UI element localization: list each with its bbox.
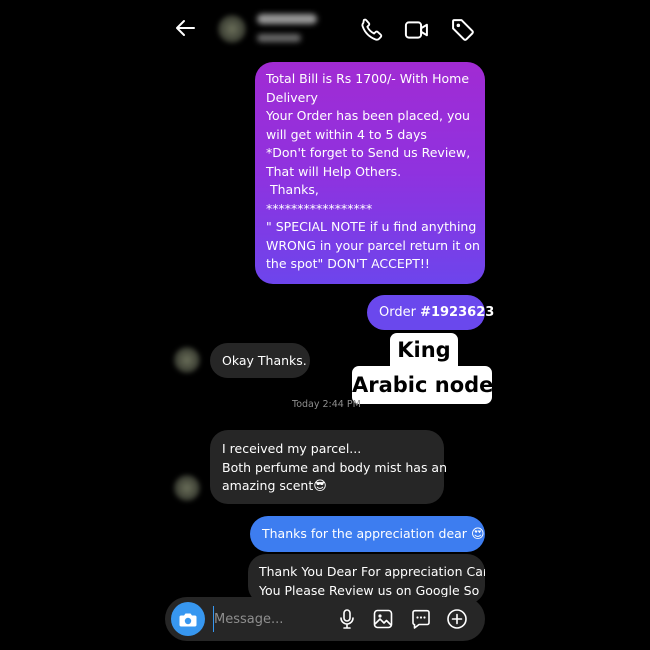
message-timestamp: Today 2:44 PM xyxy=(292,399,361,410)
message-line: I received my parcel... xyxy=(222,441,362,456)
thanks-appreciation-message[interactable]: Thanks for the appreciation dear 😍 xyxy=(250,516,485,552)
heart-eyes-emoji-icon: 😍 xyxy=(470,527,485,542)
watermark-line-2: Arabic node xyxy=(352,366,493,404)
order-bill-message[interactable]: Total Bill is Rs 1700/- With Home Delive… xyxy=(255,62,485,284)
message-input[interactable] xyxy=(213,606,324,632)
order-id-message[interactable]: Order #1923623 xyxy=(367,295,494,330)
okay-thanks-message[interactable]: Okay Thanks. xyxy=(210,343,310,378)
message-line: ***************** xyxy=(266,200,373,216)
order-id-prefix: Order xyxy=(379,305,421,320)
microphone-icon[interactable] xyxy=(335,607,359,631)
sticker-icon[interactable] xyxy=(409,607,433,631)
video-camera-icon[interactable] xyxy=(403,16,431,44)
message-line: Your Order has been placed, you xyxy=(266,108,470,123)
message-line: the spot" DON'T ACCEPT!! xyxy=(266,256,430,271)
chat-header xyxy=(165,0,485,62)
phone-icon[interactable] xyxy=(358,16,386,44)
message-line: Delivery xyxy=(266,89,318,105)
message-line: Total Bill is Rs 1700/- With Home xyxy=(266,71,470,86)
plus-circle-icon[interactable] xyxy=(445,607,469,631)
back-arrow-icon[interactable] xyxy=(173,16,197,40)
message-composer xyxy=(165,597,485,641)
message-line: will get within 4 to 5 days xyxy=(266,126,427,142)
message-line: Thanks, xyxy=(266,182,319,197)
message-line: " SPECIAL NOTE if u find anything xyxy=(266,219,477,234)
sender-avatar[interactable] xyxy=(173,346,201,374)
contact-status xyxy=(257,34,301,42)
image-icon[interactable] xyxy=(371,607,395,631)
message-line: Thank You Dear For appreciation Can xyxy=(259,564,485,579)
message-line: Both perfume and body mist has an xyxy=(222,459,448,475)
message-line: That will Help Others. xyxy=(266,163,402,179)
message-line: amazing scent😎 xyxy=(222,477,432,496)
message-line: *Don't forget to Send us Review, xyxy=(266,145,471,160)
parcel-received-message[interactable]: I received my parcel... Both perfume and… xyxy=(210,430,448,504)
contact-name[interactable] xyxy=(257,14,317,24)
contact-avatar[interactable] xyxy=(217,14,247,44)
message-text: amazing scent xyxy=(222,478,314,493)
chat-screen: Total Bill is Rs 1700/- With Home Delive… xyxy=(165,0,494,650)
sunglasses-emoji-icon: 😎 xyxy=(313,479,327,494)
camera-icon xyxy=(179,613,197,627)
camera-button[interactable] xyxy=(171,602,205,636)
sender-avatar[interactable] xyxy=(173,474,201,502)
tag-icon[interactable] xyxy=(449,16,477,44)
message-text: Thanks for the appreciation dear xyxy=(262,526,467,541)
message-line: WRONG in your parcel return it on xyxy=(266,237,480,253)
order-id-number: #1923623 xyxy=(420,305,495,320)
watermark-line-1: King xyxy=(390,333,458,368)
